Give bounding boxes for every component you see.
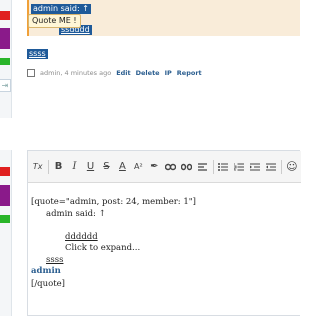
italic-icon[interactable]: I — [68, 157, 81, 177]
quote-me-button[interactable]: Quote ME ! — [28, 14, 81, 28]
toolbar-divider — [281, 159, 283, 174]
strikethrough-icon[interactable]: S — [100, 157, 113, 177]
select-checkbox[interactable] — [27, 69, 35, 77]
paint-icon[interactable]: ✒ — [148, 157, 161, 177]
color-swatch-green-2 — [0, 215, 10, 223]
forum-page: ⇥ admin said: ↑ ssdddd Quote ME ! ssss a… — [0, 0, 301, 316]
outdent-icon[interactable] — [264, 157, 277, 177]
quote-author: admin said: ↑ — [31, 4, 91, 14]
toolbar-divider — [47, 159, 49, 174]
font-size-icon[interactable]: A² — [132, 157, 145, 177]
color-swatch-purple-2 — [0, 185, 10, 206]
unlink-icon[interactable] — [180, 157, 193, 177]
bbcode-quote-open: [quote="admin, post: 24, member: 1"] — [31, 197, 196, 207]
ip-link[interactable]: IP — [165, 69, 172, 77]
numbered-list-icon[interactable] — [232, 157, 245, 177]
reply-editor[interactable]: Tx B I U S A A² ✒ ☺ [quote="admin, post:… — [27, 150, 301, 316]
quote-author-line: admin said: ↑ — [46, 209, 106, 219]
edit-link[interactable]: Edit — [116, 69, 130, 77]
post-author-time: admin, 4 minutes ago — [40, 69, 112, 77]
post-text: ssss — [27, 49, 48, 59]
quote-body-text: dddddd — [65, 232, 98, 242]
author-link: admin — [31, 266, 61, 276]
report-link[interactable]: Report — [177, 69, 202, 77]
link-icon[interactable] — [164, 157, 177, 177]
bold-icon[interactable]: B — [52, 157, 65, 177]
color-swatch-green — [0, 58, 10, 65]
click-to-expand: Click to expand... — [65, 243, 141, 253]
bbcode-quote-close: [/quote] — [31, 279, 65, 289]
post-meta: admin, 4 minutes ago Edit Delete IP Repo… — [27, 67, 202, 79]
text-color-icon[interactable]: A — [116, 157, 129, 177]
clear-format-icon[interactable]: Tx — [31, 157, 44, 177]
post-text-line: ssss — [46, 255, 64, 265]
indent-icon[interactable] — [248, 157, 261, 177]
align-icon[interactable] — [196, 157, 209, 177]
toolbar-divider — [212, 159, 214, 174]
bullet-list-icon[interactable] — [216, 157, 229, 177]
editor-toolbar: Tx B I U S A A² ✒ ☺ — [28, 151, 301, 183]
smiley-icon[interactable]: ☺ — [285, 157, 298, 177]
color-swatch-red — [0, 11, 10, 20]
color-swatch-purple — [0, 28, 10, 49]
color-swatch-red-2 — [0, 167, 10, 176]
underline-icon[interactable]: U — [84, 157, 97, 177]
expand-icon[interactable]: ⇥ — [0, 79, 11, 92]
delete-link[interactable]: Delete — [136, 69, 160, 77]
